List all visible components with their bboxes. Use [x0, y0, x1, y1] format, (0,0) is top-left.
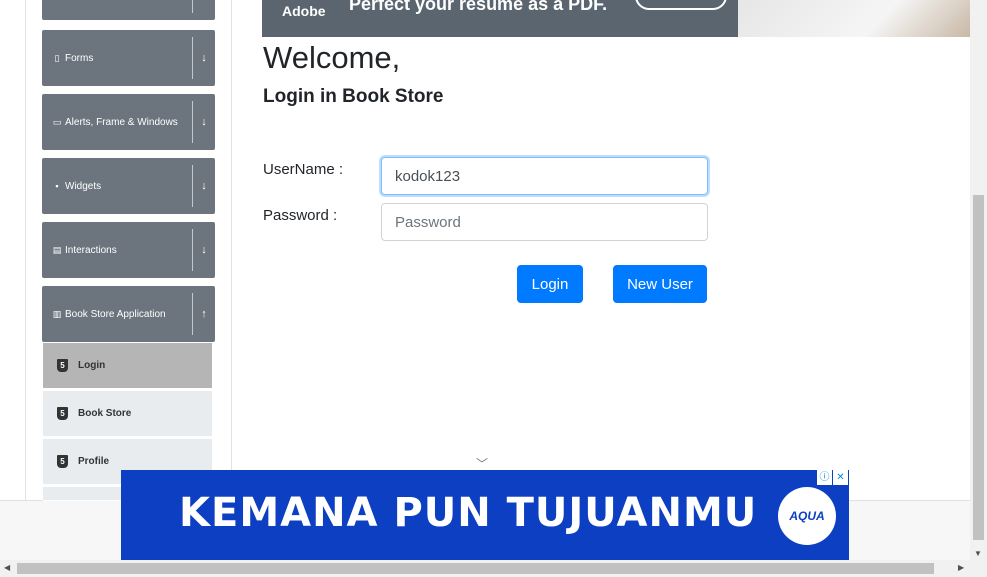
list-icon: ▤	[52, 244, 62, 255]
sidebar-item-label: Login	[78, 360, 106, 371]
ad-headline: Perfect your resume as a PDF.	[349, 0, 608, 14]
bottom-ad-banner[interactable]: KEMANA PUN TUJUANMU AQUA ⓘ ✕	[121, 470, 849, 560]
aqua-logo: AQUA	[778, 487, 836, 545]
ad-info-icon[interactable]: ⓘ	[817, 470, 832, 485]
horizontal-scrollbar[interactable]: ◀ ▶	[0, 560, 987, 577]
scroll-left-arrow-icon[interactable]: ◀	[4, 563, 10, 572]
ad-close-icon[interactable]: ✕	[833, 470, 848, 485]
sidebar-group-alerts[interactable]: ▭ Alerts, Frame & Windows ↓	[42, 94, 215, 150]
sidebar-group-label: Book Store Application	[65, 308, 166, 320]
chevron-down-icon[interactable]: ↓	[193, 180, 215, 192]
ad-cta-button[interactable]	[635, 0, 727, 10]
page-title: Welcome,	[263, 40, 401, 75]
page: ▯ Forms ↓ ▭ Alerts, Frame & Windows ↓ ▪ …	[0, 0, 987, 577]
password-input[interactable]	[381, 203, 708, 241]
chevron-down-icon[interactable]: ↓	[193, 244, 215, 256]
username-label: UserName :	[263, 161, 344, 178]
scroll-down-arrow-icon[interactable]: ▼	[974, 549, 982, 558]
html5-icon: 5	[57, 455, 68, 468]
sidebar-group-bookstore[interactable]: ▥ Book Store Application ↑	[42, 286, 215, 342]
ad-brand: Adobe	[282, 3, 326, 19]
sidebar-group-elements[interactable]	[42, 0, 215, 20]
scroll-right-arrow-icon[interactable]: ▶	[958, 563, 964, 572]
top-ad-banner[interactable]: Adobe Perfect your resume as a PDF.	[262, 0, 970, 37]
chevron-down-icon[interactable]: ↓	[193, 52, 215, 64]
ad-text: KEMANA PUN TUJUANMU	[179, 490, 758, 536]
sidebar-group-forms[interactable]: ▯ Forms ↓	[42, 30, 215, 86]
document-icon: ▯	[54, 52, 60, 63]
html5-icon: 5	[57, 359, 68, 372]
new-user-button[interactable]: New User	[613, 265, 707, 303]
library-icon: ▥	[52, 308, 62, 319]
chevron-up-icon[interactable]: ↑	[193, 308, 215, 320]
chevron-down-icon[interactable]: ↓	[193, 116, 215, 128]
sidebar-group-label: Alerts, Frame & Windows	[65, 116, 178, 128]
password-label: Password :	[263, 207, 338, 224]
sidebar-item-book-store[interactable]: 5 Book Store	[43, 391, 212, 437]
sidebar-group-label: Forms	[65, 52, 94, 64]
horizontal-scroll-thumb[interactable]	[17, 563, 934, 574]
page-subtitle: Login in Book Store	[263, 86, 444, 107]
sidebar-group-label: Interactions	[65, 244, 117, 256]
ad-image	[738, 0, 970, 37]
vertical-scrollbar[interactable]: ▼	[970, 0, 987, 560]
vertical-scroll-thumb[interactable]	[973, 195, 984, 540]
sidebar-group-interactions[interactable]: ▤ Interactions ↓	[42, 222, 215, 278]
sidebar-item-label: Profile	[78, 456, 110, 467]
sidebar-item-label: Book Store	[78, 408, 132, 419]
sidebar-item-login[interactable]: 5 Login	[43, 343, 212, 389]
window-icon: ▭	[52, 116, 62, 127]
login-button[interactable]: Login	[517, 265, 583, 303]
sidebar-group-widgets[interactable]: ▪ Widgets ↓	[42, 158, 215, 214]
html5-icon: 5	[57, 407, 68, 420]
username-input[interactable]	[381, 157, 708, 195]
sidebar-group-label: Widgets	[65, 180, 102, 192]
grid-icon: ▪	[55, 181, 59, 191]
